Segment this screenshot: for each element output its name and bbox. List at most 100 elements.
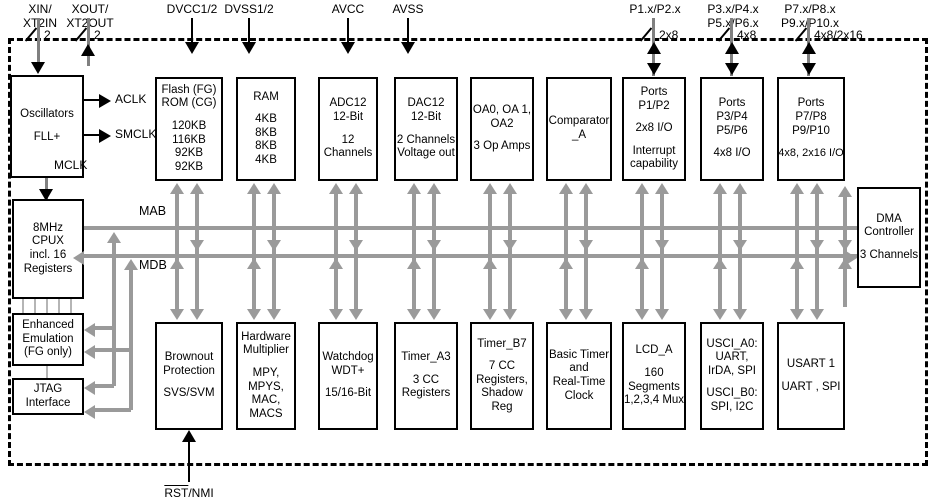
block-cpu-line-2: incl. 16 xyxy=(29,249,67,261)
block-ram-head-0: RAM xyxy=(253,90,279,103)
pin-label-xin: XIN/ XT2IN xyxy=(22,2,58,30)
block-watchdog[interactable]: Watchdog WDT+ 15/16-Bit xyxy=(318,322,378,430)
block-jtag-interface[interactable]: JTAG Interface xyxy=(12,378,84,415)
block-ports-p7-p10[interactable]: Ports P7/P8 P9/P10 4x8, 2x16 I/O xyxy=(777,77,845,181)
pin-width-xout: 2 xyxy=(94,28,101,42)
pin-label-p1p2: P1.x/P2.x xyxy=(629,2,681,16)
block-dma-controller[interactable]: DMA Controller 3 Channels xyxy=(857,187,921,288)
bus-stub-ram-a-mid xyxy=(247,258,261,269)
bus-stub-ports-p1-p2-b-down xyxy=(655,309,669,320)
pin-label-avss: AVSS xyxy=(392,2,424,16)
block-ports-p1-p2[interactable]: Ports P1/P2 2x8 I/O Interrupt capability xyxy=(622,77,686,181)
block-timer-a3[interactable]: Timer_A3 3 CC Registers xyxy=(394,322,458,430)
block-cpu[interactable]: 8MHz CPUX incl. 16 Registers xyxy=(12,199,84,299)
block-emulation-line-0: Enhanced xyxy=(22,319,74,332)
bus-stub-ports-p3-p6-a-up xyxy=(713,183,727,194)
bus-stub-op-amps-a-up xyxy=(483,183,497,194)
block-dac12-body-0: 2 Channels xyxy=(396,133,456,146)
bus-stub-adc12-b-down xyxy=(349,309,363,320)
bus-stub-ports-p1-p2-a-mid xyxy=(635,258,649,269)
block-hardware-multiplier[interactable]: Hardware Multiplier MPY, MPYS, MAC, MACS xyxy=(236,322,296,430)
bus-stub-flash-rom-b-up xyxy=(190,183,204,194)
pin-arrow-rst-nmi xyxy=(182,430,196,442)
pin-line-xout xyxy=(87,18,90,66)
block-ports-p3-p6[interactable]: Ports P3/P4 P5/P6 4x8 I/O xyxy=(700,77,764,181)
bus-stub-ports-p1-p2-b-up xyxy=(655,183,669,194)
bus-stub-dac12-b-down xyxy=(427,309,441,320)
cpu-emulation-connector xyxy=(46,299,48,313)
bus-stub-ram-b-up xyxy=(267,183,281,194)
bus-stub-dac12-a-down xyxy=(407,309,421,320)
bus-stub-ports-p1-p2-b xyxy=(660,191,664,312)
block-ports78910-head-1: P7/P8 xyxy=(795,110,827,123)
block-brownout-body-0: SVS/SVM xyxy=(163,387,215,400)
bus-stub-dma-up xyxy=(838,186,852,197)
block-flash-head-1: ROM (CG) xyxy=(161,97,217,110)
bus-stub-ports-p3-p6-a xyxy=(718,191,722,312)
bus-stub-op-amps-b-up xyxy=(503,183,517,194)
block-dac12-body-1: Voltage out xyxy=(397,147,455,160)
block-basictimer-head-1: and xyxy=(569,362,589,375)
bus-stub-ports-p3-p6-b-down xyxy=(733,309,747,320)
pin-line-rst-nmi xyxy=(188,448,190,482)
pin-arrow-down-p7p10 xyxy=(802,63,816,75)
bus-emulation-riser-arrow xyxy=(107,232,121,243)
bus-stub-dac12-a-mid xyxy=(407,258,421,269)
block-lcd-a[interactable]: LCD_A 160 Segments 1,2,3,4 Mux xyxy=(622,322,686,430)
block-comparator-a[interactable]: Comparator _A xyxy=(546,77,612,181)
block-timer-b7[interactable]: Timer_B7 7 CC Registers, Shadow Reg xyxy=(470,322,534,430)
bus-stub-ram-b-mid xyxy=(267,240,281,251)
pin-width-xin: 2 xyxy=(44,28,51,42)
block-lcd-body-0: 160 xyxy=(644,366,664,379)
pin-line-rst-nmi-upper xyxy=(188,442,190,450)
pin-arrow-avcc xyxy=(341,42,355,54)
bus-emulation-branch-1 xyxy=(95,326,114,330)
block-enhanced-emulation[interactable]: Enhanced Emulation (FG only) xyxy=(12,313,84,366)
block-cpu-line-0: 8MHz xyxy=(32,221,64,234)
block-lcd-body-2: 1,2,3,4 Mux xyxy=(623,394,685,407)
block-opamps-body-0: 3 Op Amps xyxy=(473,140,531,153)
block-timerb7-head-0: Timer_B7 xyxy=(477,337,527,350)
block-usart1[interactable]: USART 1 UART , SPI xyxy=(777,322,845,430)
block-usci-body-0: USCI_B0: xyxy=(706,387,758,400)
pin-label-p7p10: P7.x/P8.x P9.x/P10.x xyxy=(780,2,840,30)
bus-stub-ports-p7-p10-a-down xyxy=(790,309,804,320)
block-ports78910-body-0: 4x8, 2x16 I/O xyxy=(778,147,844,160)
block-op-amps[interactable]: OA0, OA 1, OA2 3 Op Amps xyxy=(470,77,534,181)
block-usci[interactable]: USCI_A0: UART, IrDA, SPI USCI_B0: SPI, I… xyxy=(700,322,764,430)
bus-stub-ports-p3-p6-b xyxy=(738,191,742,312)
block-adc12[interactable]: ADC12 12-Bit 12 Channels xyxy=(318,77,378,181)
emulation-jtag-connector xyxy=(46,366,48,378)
bus-stub-ports-p3-p6-b-up xyxy=(733,183,747,194)
block-ports12-head-1: P1/P2 xyxy=(638,99,670,112)
block-oscillators-line-2: FLL+ xyxy=(33,131,61,143)
block-usci-head-1: UART, xyxy=(715,351,749,364)
bus-jtag-riser xyxy=(129,265,133,410)
bus-stub-op-amps-b xyxy=(508,191,512,312)
bus-jtag-branch-2 xyxy=(95,408,131,412)
block-basic-timer-rtc[interactable]: Basic Timer and Real-Time Clock xyxy=(546,322,612,430)
block-flash-head-0: Flash (FG) xyxy=(161,83,217,96)
block-multiplier-body-0: MPY, xyxy=(252,366,280,379)
bus-emulation-branch-2-arrow xyxy=(84,345,95,359)
block-flash-body-3: 92KB xyxy=(174,160,204,173)
bus-jtag-riser-arrow xyxy=(124,259,138,270)
cpu-emulation-connector xyxy=(70,299,72,313)
pin-label-p3p6: P3.x/P4.x P5.x/P6.x xyxy=(707,2,759,30)
bus-stub-comparator-a-up xyxy=(559,183,573,194)
bus-stub-ports-p7-p10-a xyxy=(795,191,799,312)
bus-stub-ports-p1-p2-a-up xyxy=(635,183,649,194)
block-comparator-head-1: _A xyxy=(571,129,587,141)
block-ram[interactable]: RAM 4KB 8KB 8KB 4KB xyxy=(236,77,296,181)
bus-emulation-branch-1-arrow xyxy=(84,323,95,337)
bus-emulation-branch-2 xyxy=(95,348,131,352)
block-flash-rom[interactable]: Flash (FG) ROM (CG) 120KB 116KB 92KB 92K… xyxy=(155,77,223,181)
block-dac12[interactable]: DAC12 12-Bit 2 Channels Voltage out xyxy=(394,77,458,181)
bus-stub-adc12-a xyxy=(334,191,338,312)
block-ram-body-0: 4KB xyxy=(255,113,277,126)
block-ports78910-head-0: Ports xyxy=(797,97,825,110)
bus-stub-dac12-a-up xyxy=(407,183,421,194)
block-ports3456-body-0: 4x8 I/O xyxy=(713,147,751,160)
block-brownout-protection[interactable]: Brownout Protection SVS/SVM xyxy=(155,322,223,430)
block-usart1-body-0: UART , SPI xyxy=(781,380,841,393)
